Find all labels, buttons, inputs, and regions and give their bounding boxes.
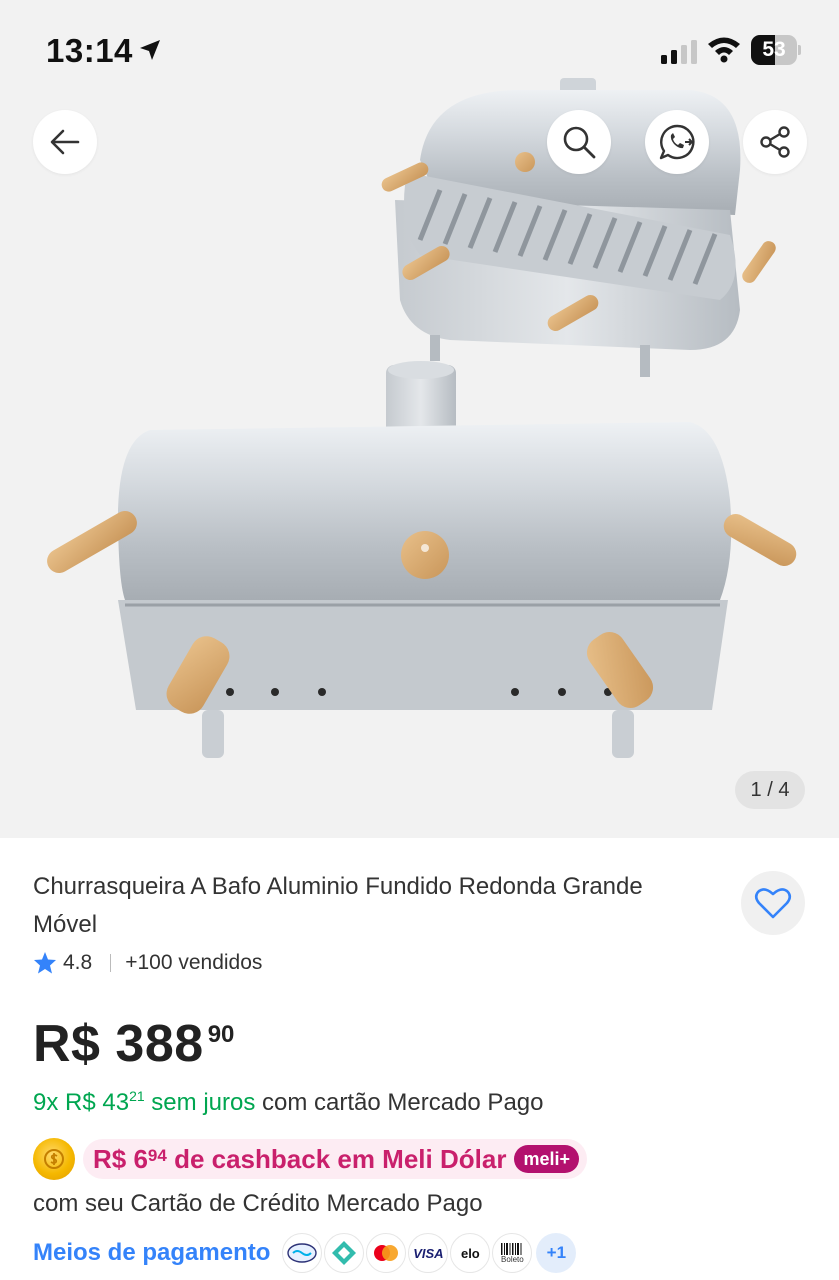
meli-plus-badge: meli+ [514,1145,579,1173]
rating-value: 4.8 [63,951,93,974]
share-button[interactable] [743,110,807,174]
share-icon [760,126,790,158]
back-button[interactable] [33,110,97,174]
installments-rest: com cartão Mercado Pago [255,1089,544,1116]
whatsapp-icon [659,124,695,160]
whatsapp-share-button[interactable] [645,110,709,174]
boleto-icon: Boleto [492,1233,533,1273]
wifi-icon [708,37,740,63]
visa-icon: VISA [408,1233,449,1273]
arrow-left-icon [50,129,80,155]
price-main: R$ 388 [33,1015,204,1073]
heart-icon [754,888,792,919]
cellular-signal-icon [661,40,697,64]
product-title: Churrasqueira A Bafo Aluminio Fundido Re… [33,873,643,938]
installments-value: 9x R$ 4321 sem juros [33,1088,256,1116]
pix-icon [324,1233,365,1273]
sold-count: +100 vendidos [125,951,263,974]
battery-indicator: 53 [751,35,801,65]
cashback-row: R$ 694 de cashback em Meli Dólar meli+ [33,1136,587,1182]
location-arrow-icon [140,40,160,60]
mercado-pago-icon [282,1233,323,1273]
status-time: 13:14 [46,32,133,69]
battery-percent: 53 [762,38,786,61]
image-counter: 1 / 4 [735,771,805,809]
payment-methods-row[interactable]: Meios de pagamento VISA elo Boleto +1 [33,1230,577,1276]
product-gallery[interactable]: 13:14 53 1 / 4 [0,0,839,838]
favorite-button[interactable] [741,871,805,935]
search-button[interactable] [547,110,611,174]
meli-dollar-coin-icon [33,1138,75,1180]
rating-row[interactable]: 4.8 +100 vendidos [33,948,262,978]
cashback-badge: R$ 694 de cashback em Meli Dólar meli+ [83,1139,587,1179]
status-bar: 13:14 53 [0,0,839,100]
more-payment-methods[interactable]: +1 [536,1233,577,1273]
mastercard-icon [366,1233,407,1273]
card-line: com seu Cartão de Crédito Mercado Pago [33,1190,483,1217]
divider [110,954,112,972]
cashback-text: R$ 694 de cashback em Meli Dólar [93,1143,507,1174]
price-cents: 90 [207,1021,235,1048]
product-photo[interactable] [0,60,839,820]
installments-text: 9x R$ 4321 sem juros com cartão Mercado … [33,1079,543,1120]
grill-closed-view [47,361,797,758]
star-icon [34,952,56,974]
payment-methods-link[interactable]: Meios de pagamento [33,1239,270,1267]
search-icon [563,126,596,159]
price: R$ 388 90 [33,1010,234,1080]
elo-icon: elo [450,1233,491,1273]
